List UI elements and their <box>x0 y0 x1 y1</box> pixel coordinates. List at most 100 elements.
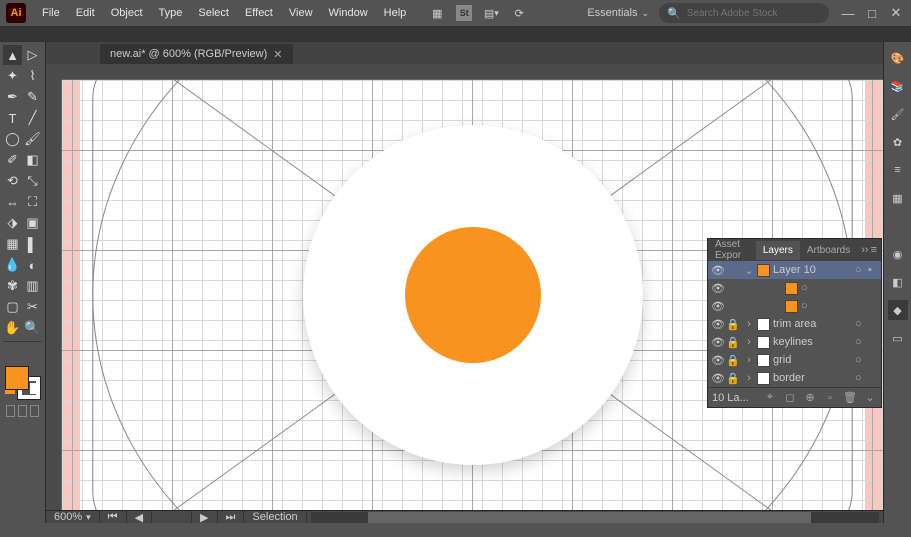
type-tool[interactable]: T <box>3 108 22 128</box>
lock-toggle-icon[interactable]: 🔒 <box>726 354 738 367</box>
select-indicator[interactable]: ▪ <box>868 264 878 276</box>
shaper-tool[interactable]: ✐ <box>3 150 22 170</box>
window-maximize[interactable]: □ <box>863 4 881 22</box>
workspace-switcher[interactable]: Essentials ⌄ <box>577 7 659 19</box>
draw-inside-icon[interactable] <box>30 405 39 417</box>
artboard-nav-last[interactable]: ⏭ <box>218 511 245 523</box>
horizontal-scrollbar[interactable] <box>311 512 879 523</box>
menu-help[interactable]: Help <box>376 3 415 23</box>
search-stock[interactable]: 🔍 <box>659 3 829 23</box>
menu-select[interactable]: Select <box>190 3 237 23</box>
expand-arrow-icon[interactable]: › <box>744 372 754 384</box>
visibility-toggle-icon[interactable]: 👁 <box>711 282 723 295</box>
expand-arrow-icon[interactable]: › <box>744 318 754 330</box>
ruler-vertical[interactable] <box>46 80 62 510</box>
blend-tool[interactable]: ◐ <box>23 255 42 275</box>
layer-row[interactable]: 👁🔒›trim area○ <box>708 315 881 333</box>
target-icon[interactable]: ○ <box>801 300 808 312</box>
artboard-nav-first[interactable]: ⏮ <box>100 511 127 523</box>
gradient-tool[interactable]: ▌ <box>23 234 42 254</box>
lock-toggle-icon[interactable]: 🔒 <box>726 372 738 385</box>
new-layer-icon[interactable]: ▫ <box>823 391 837 405</box>
magic-wand-tool[interactable]: ✦ <box>3 66 22 86</box>
layer-name-label[interactable]: border <box>773 372 852 384</box>
gpu-icon[interactable]: ⟳ <box>510 4 528 22</box>
symbol-sprayer-tool[interactable]: ✾ <box>3 276 22 296</box>
brushes-panel-icon[interactable]: 🖌 <box>888 104 908 124</box>
draw-behind-icon[interactable] <box>18 405 27 417</box>
artboard-nav-next[interactable]: ▶ <box>192 511 217 523</box>
swatches-panel-icon[interactable]: ▦ <box>888 188 908 208</box>
menu-view[interactable]: View <box>281 3 321 23</box>
menu-object[interactable]: Object <box>103 3 151 23</box>
shape-builder-tool[interactable]: ⬗ <box>3 213 22 233</box>
graphic-styles-icon[interactable]: ◧ <box>888 272 908 292</box>
tab-asset-export[interactable]: Asset Expor <box>708 235 756 265</box>
eraser-tool[interactable]: ◧ <box>23 150 42 170</box>
layer-row[interactable]: 👁○ <box>708 297 881 315</box>
menu-edit[interactable]: Edit <box>68 3 103 23</box>
width-tool[interactable]: ⇔ <box>3 192 22 212</box>
ellipse-tool[interactable]: ◯ <box>3 129 22 149</box>
layers-panel[interactable]: Asset Expor Layers Artboards ›› ≡ 👁⌄Laye… <box>707 238 882 408</box>
artboards-panel-icon[interactable]: ▭ <box>888 328 908 348</box>
pen-tool[interactable]: ✒ <box>3 87 22 107</box>
lasso-tool[interactable]: ⌇ <box>23 66 42 86</box>
window-close[interactable]: ✕ <box>887 4 905 22</box>
lock-toggle-icon[interactable]: 🔒 <box>726 318 738 331</box>
stroke-panel-icon[interactable]: ≡ <box>888 160 908 180</box>
target-icon[interactable]: ○ <box>855 354 865 366</box>
expand-arrow-icon[interactable]: › <box>744 354 754 366</box>
visibility-toggle-icon[interactable]: 👁 <box>711 372 723 385</box>
visibility-toggle-icon[interactable]: 👁 <box>711 354 723 367</box>
zoom-level[interactable]: 600% ▾ <box>46 511 100 523</box>
layer-name-label[interactable]: trim area <box>773 318 852 330</box>
locate-object-icon[interactable]: ⌖ <box>763 391 777 405</box>
visibility-toggle-icon[interactable]: 👁 <box>711 336 723 349</box>
expand-arrow-icon[interactable]: ⌄ <box>744 264 754 277</box>
make-clip-mask-icon[interactable]: ◻ <box>783 391 797 405</box>
artboard-nav-prev[interactable]: ◀ <box>127 511 152 523</box>
target-icon[interactable]: ○ <box>855 264 865 276</box>
menu-type[interactable]: Type <box>151 3 191 23</box>
fill-stroke-swatch[interactable] <box>3 364 42 400</box>
rotate-tool[interactable]: ⟲ <box>3 171 22 191</box>
visibility-toggle-icon[interactable]: 👁 <box>711 318 723 331</box>
curvature-tool[interactable]: ✎ <box>23 87 42 107</box>
visibility-toggle-icon[interactable]: 👁 <box>711 264 723 277</box>
menu-window[interactable]: Window <box>321 3 376 23</box>
perspective-tool[interactable]: ▣ <box>23 213 42 233</box>
layer-name-label[interactable]: Layer 10 <box>773 264 852 276</box>
panel-more-icon[interactable]: ⌄ <box>863 391 877 405</box>
search-input[interactable] <box>687 8 817 19</box>
selection-tool[interactable]: ▲ <box>3 45 22 65</box>
artboard-nav-field[interactable] <box>152 511 192 523</box>
bridge-icon[interactable]: ▦ <box>428 4 446 22</box>
layer-row[interactable]: 👁🔒›border○ <box>708 369 881 387</box>
appearance-panel-icon[interactable]: ◉ <box>888 244 908 264</box>
libraries-panel-icon[interactable]: 📚 <box>888 76 908 96</box>
mesh-tool[interactable]: ▦ <box>3 234 22 254</box>
visibility-toggle-icon[interactable]: 👁 <box>711 300 723 313</box>
layer-row[interactable]: 👁🔒›keylines○ <box>708 333 881 351</box>
scale-tool[interactable]: ⤡ <box>23 171 42 191</box>
column-graph-tool[interactable]: ▥ <box>23 276 42 296</box>
new-sublayer-icon[interactable]: ⊕ <box>803 391 817 405</box>
target-icon[interactable]: ○ <box>801 282 808 294</box>
line-tool[interactable]: ╱ <box>23 108 42 128</box>
layer-name-label[interactable]: keylines <box>773 336 852 348</box>
window-minimize[interactable]: — <box>839 4 857 22</box>
lock-toggle-icon[interactable]: 🔒 <box>726 336 738 349</box>
hand-tool[interactable]: ✋ <box>3 318 22 338</box>
menu-effect[interactable]: Effect <box>237 3 281 23</box>
layer-name-label[interactable]: grid <box>773 354 852 366</box>
ruler-horizontal[interactable] <box>62 64 883 80</box>
delete-layer-icon[interactable]: 🗑 <box>843 391 857 405</box>
layer-row[interactable]: 👁🔒 › grid○ <box>708 351 881 369</box>
paintbrush-tool[interactable]: 🖌 <box>23 129 42 149</box>
tab-artboards[interactable]: Artboards <box>800 241 857 260</box>
arrange-docs-icon[interactable]: ▤▾ <box>482 4 500 22</box>
draw-normal-icon[interactable] <box>6 405 15 417</box>
direct-selection-tool[interactable]: ▷ <box>23 45 42 65</box>
layer-row[interactable]: 👁○ <box>708 279 881 297</box>
